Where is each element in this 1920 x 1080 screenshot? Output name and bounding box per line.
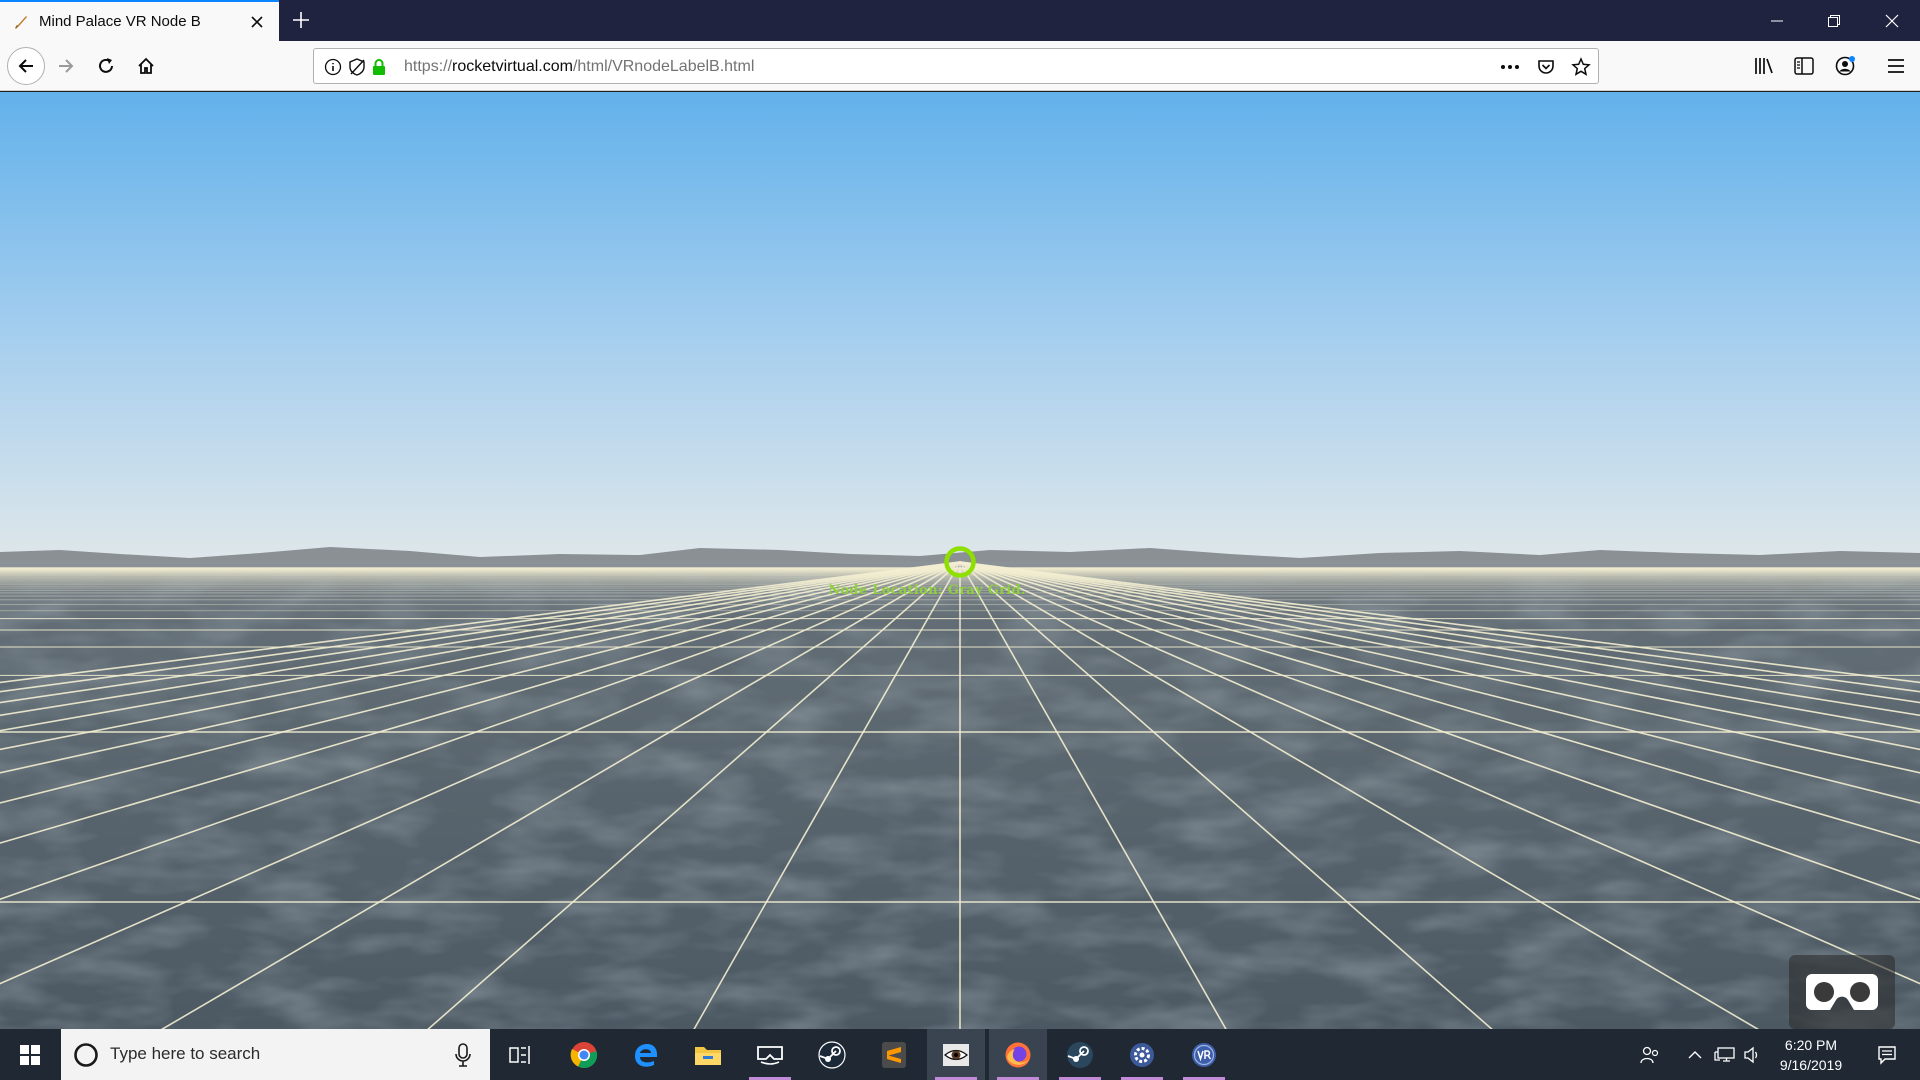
rocket-favicon-icon <box>15 16 27 29</box>
tab-title: Mind Palace VR Node B <box>39 13 201 30</box>
file-explorer-taskbar-button[interactable] <box>679 1029 737 1080</box>
back-arrow-icon <box>18 59 33 73</box>
vr-headset-icon <box>1806 974 1878 1010</box>
vr-badge-icon <box>1192 1042 1216 1067</box>
url-path: /html/VRnodeLabelB.html <box>572 58 755 75</box>
minimize-button[interactable] <box>1749 0 1805 41</box>
clock-time: 6:20 PM <box>1784 1037 1838 1053</box>
chrome-taskbar-button[interactable] <box>555 1029 613 1080</box>
reload-icon <box>99 58 113 73</box>
gear-icon <box>1130 1042 1154 1067</box>
people-icon <box>1640 1046 1659 1063</box>
firefox-taskbar-button[interactable] <box>989 1029 1047 1080</box>
eye-icon <box>943 1043 969 1066</box>
forward-arrow-icon <box>59 59 74 73</box>
edge-taskbar-button[interactable] <box>617 1029 675 1080</box>
network-icon <box>1714 1046 1735 1062</box>
taskbar-search-box[interactable]: Type here to search <box>61 1029 490 1080</box>
eye-app-taskbar-button[interactable] <box>927 1029 985 1080</box>
sublime-text-icon <box>882 1041 906 1068</box>
vr-goggles-icon <box>757 1045 783 1065</box>
task-view-icon <box>509 1045 530 1064</box>
web-content-viewport[interactable]: Node Location: Gray Grid. <box>0 92 1920 1029</box>
tracking-protection-icon[interactable] <box>347 57 367 77</box>
vr-app-taskbar-button[interactable] <box>1175 1029 1233 1080</box>
back-button[interactable] <box>7 47 45 85</box>
chrome-icon <box>570 1041 598 1068</box>
vr-scene-canvas[interactable] <box>0 92 1920 1029</box>
chevron-up-icon <box>1688 1050 1702 1058</box>
sublime-text-taskbar-button[interactable] <box>865 1029 923 1080</box>
volume-button[interactable] <box>1741 1029 1763 1080</box>
secure-lock-icon[interactable] <box>369 57 389 77</box>
menu-button[interactable] <box>1878 48 1914 84</box>
cortana-icon <box>74 1043 98 1067</box>
task-view-button[interactable] <box>491 1029 549 1080</box>
close-window-icon <box>1885 14 1899 27</box>
start-button[interactable] <box>0 1029 60 1080</box>
node-location-label: Node Location: Gray Grid. <box>828 583 1026 598</box>
search-placeholder: Type here to search <box>110 1044 261 1063</box>
url-scheme: https:// <box>404 58 453 75</box>
show-hidden-icons-button[interactable] <box>1685 1029 1705 1080</box>
sky <box>0 92 1920 562</box>
navigation-toolbar: https://rocketvirtual.com/html/VRnodeLab… <box>0 41 1920 91</box>
windows-taskbar: Type here to search 6:20 PM 9/16/2019 <box>0 1029 1920 1080</box>
home-icon <box>138 57 154 74</box>
speaker-icon <box>1744 1046 1758 1063</box>
bookmark-star-icon[interactable] <box>1571 57 1591 77</box>
pocket-icon[interactable] <box>1536 57 1556 77</box>
settings-app-taskbar-button[interactable] <box>1113 1029 1171 1080</box>
restore-button[interactable] <box>1806 0 1862 41</box>
people-button[interactable] <box>1637 1029 1663 1080</box>
account-button[interactable] <box>1827 48 1863 84</box>
url-text[interactable]: https://rocketvirtual.com/html/VRnodeLab… <box>404 58 754 76</box>
enter-vr-button[interactable] <box>1789 955 1895 1029</box>
library-icon <box>1755 58 1773 74</box>
notifications-icon <box>1878 1045 1896 1065</box>
forward-button[interactable] <box>48 48 84 84</box>
sidebar-icon <box>1794 57 1814 75</box>
action-center-button[interactable] <box>1867 1029 1907 1080</box>
microphone-icon[interactable] <box>453 1042 473 1068</box>
tab-mind-palace[interactable]: Mind Palace VR Node B <box>0 0 279 41</box>
close-window-button[interactable] <box>1864 0 1920 41</box>
hamburger-menu-icon <box>1888 59 1904 73</box>
sidebar-button[interactable] <box>1786 48 1822 84</box>
steam-vr-icon <box>1067 1041 1093 1068</box>
clock[interactable]: 6:20 PM 9/16/2019 <box>1765 1035 1857 1075</box>
url-bar[interactable]: https://rocketvirtual.com/html/VRnodeLab… <box>313 48 1599 84</box>
home-button[interactable] <box>128 48 164 84</box>
steam-vr-taskbar-button[interactable] <box>1051 1029 1109 1080</box>
tab-strip: Mind Palace VR Node B <box>0 0 1920 41</box>
page-actions-icon[interactable] <box>1500 57 1520 77</box>
folder-icon <box>695 1046 721 1065</box>
info-icon[interactable] <box>323 57 343 77</box>
vr-headset-taskbar-button[interactable] <box>741 1029 799 1080</box>
edge-icon <box>635 1043 657 1067</box>
close-tab-icon[interactable] <box>248 13 266 31</box>
steam-taskbar-button[interactable] <box>803 1029 861 1080</box>
windows-logo-icon <box>20 1044 40 1065</box>
new-tab-icon[interactable] <box>290 9 312 31</box>
clock-date: 9/16/2019 <box>1779 1057 1843 1073</box>
minimize-icon <box>1771 20 1783 21</box>
network-button[interactable] <box>1713 1029 1737 1080</box>
url-domain: rocketvirtual.com <box>452 58 573 75</box>
account-icon <box>1835 56 1855 76</box>
library-button[interactable] <box>1746 48 1782 84</box>
restore-icon <box>1828 14 1840 27</box>
firefox-icon <box>1005 1042 1031 1067</box>
steam-icon <box>818 1040 846 1069</box>
reload-button[interactable] <box>88 48 124 84</box>
